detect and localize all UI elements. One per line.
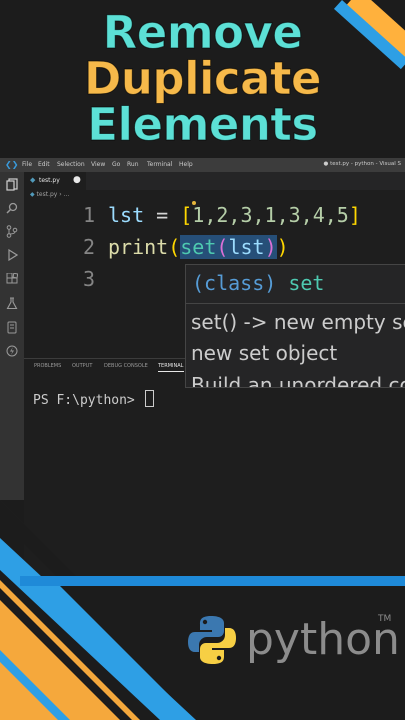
terminal-prompt[interactable]: PS F:\python>: [33, 390, 154, 408]
tab-output[interactable]: OUTPUT: [72, 363, 92, 369]
title-line-3: Elements: [87, 98, 319, 151]
line-number: 2: [82, 235, 95, 259]
menu-go[interactable]: Go: [112, 161, 120, 168]
hover-kind: (class): [192, 271, 277, 295]
blue-accent-bar: [20, 576, 405, 586]
vscode-logo-icon[interactable]: ❮❯: [5, 160, 18, 169]
hover-doc-line-2: new set object: [191, 341, 338, 365]
hover-doc-line-1: set() -> new empty set object: [191, 310, 405, 334]
tab-label: test.py: [39, 177, 60, 184]
token-bracket: (: [168, 235, 181, 259]
menu-edit[interactable]: Edit: [38, 161, 50, 168]
run-debug-icon[interactable]: [5, 248, 19, 263]
breadcrumb-sep: › ...: [57, 191, 70, 198]
menu-bar: ❮❯ File Edit Selection View Go Run Termi…: [0, 158, 405, 172]
unsaved-dot-icon[interactable]: ●: [73, 175, 81, 185]
python-file-icon: ◆: [30, 191, 35, 198]
title-line-2: Duplicate: [83, 52, 322, 105]
hover-tooltip: (class) set set() -> new empty set objec…: [185, 264, 405, 388]
search-icon[interactable]: [5, 202, 19, 216]
menu-run[interactable]: Run: [127, 161, 139, 168]
menu-help[interactable]: Help: [179, 161, 193, 168]
lightbulb-icon[interactable]: [192, 201, 196, 205]
line-number: 1: [82, 203, 95, 227]
token-function: print: [108, 235, 169, 259]
token-class: set: [180, 235, 217, 259]
token-var: lst: [228, 235, 265, 259]
trademark: TM: [378, 614, 392, 624]
extensions-icon[interactable]: [5, 272, 19, 287]
token-var: lst: [108, 203, 145, 227]
token-numbers: 1,2,3,1,3,4,5: [192, 203, 349, 227]
source-control-icon[interactable]: [5, 225, 19, 239]
hover-doc-line-3: Build an unordered collection: [191, 373, 405, 388]
testing-icon[interactable]: [5, 297, 19, 311]
tab-debug-console[interactable]: DEBUG CONSOLE: [104, 363, 148, 369]
line-number: 3: [82, 267, 95, 291]
python-logo: python TM: [186, 612, 400, 668]
active-tab-underline: [158, 371, 184, 372]
token-bracket: (: [216, 235, 229, 259]
menu-selection[interactable]: Selection: [57, 161, 85, 168]
token-bracket: ]: [348, 203, 361, 227]
menu-view[interactable]: View: [91, 161, 105, 168]
hover-name: set: [288, 271, 325, 295]
breadcrumb[interactable]: ◆ test.py › ...: [30, 191, 69, 198]
hover-divider: [186, 303, 405, 304]
python-snake-icon: [188, 616, 236, 664]
menu-terminal[interactable]: Terminal: [147, 161, 172, 168]
token-bracket: ): [264, 235, 277, 259]
tab-test-py[interactable]: ◆ test.py ●: [24, 172, 86, 190]
menu-file[interactable]: File: [22, 161, 32, 168]
breadcrumb-file[interactable]: test.py: [37, 191, 58, 198]
code-line-2[interactable]: print(set(lst)): [108, 235, 289, 259]
token-bracket: ): [276, 235, 289, 259]
hover-signature: (class) set: [192, 271, 324, 295]
explorer-icon[interactable]: [5, 178, 19, 192]
window-title: ● test.py - python - Visual S: [323, 161, 401, 167]
decorative-stripes: [0, 500, 220, 720]
python-file-icon: ◆: [30, 176, 36, 184]
tab-terminal[interactable]: TERMINAL: [158, 363, 183, 369]
remote-icon[interactable]: [5, 321, 19, 335]
code-line-1[interactable]: lst = [1,2,3,1,3,4,5]: [108, 201, 361, 227]
editor-tab-bar: ◆ test.py ●: [24, 172, 405, 190]
token-bracket: [: [180, 203, 193, 227]
prompt-text: PS F:\python>: [33, 393, 143, 408]
lightning-icon[interactable]: [5, 345, 19, 359]
python-wordmark: python: [246, 614, 400, 665]
tab-problems[interactable]: PROBLEMS: [34, 363, 61, 369]
terminal-cursor: [144, 390, 154, 407]
token-op: =: [144, 203, 181, 227]
